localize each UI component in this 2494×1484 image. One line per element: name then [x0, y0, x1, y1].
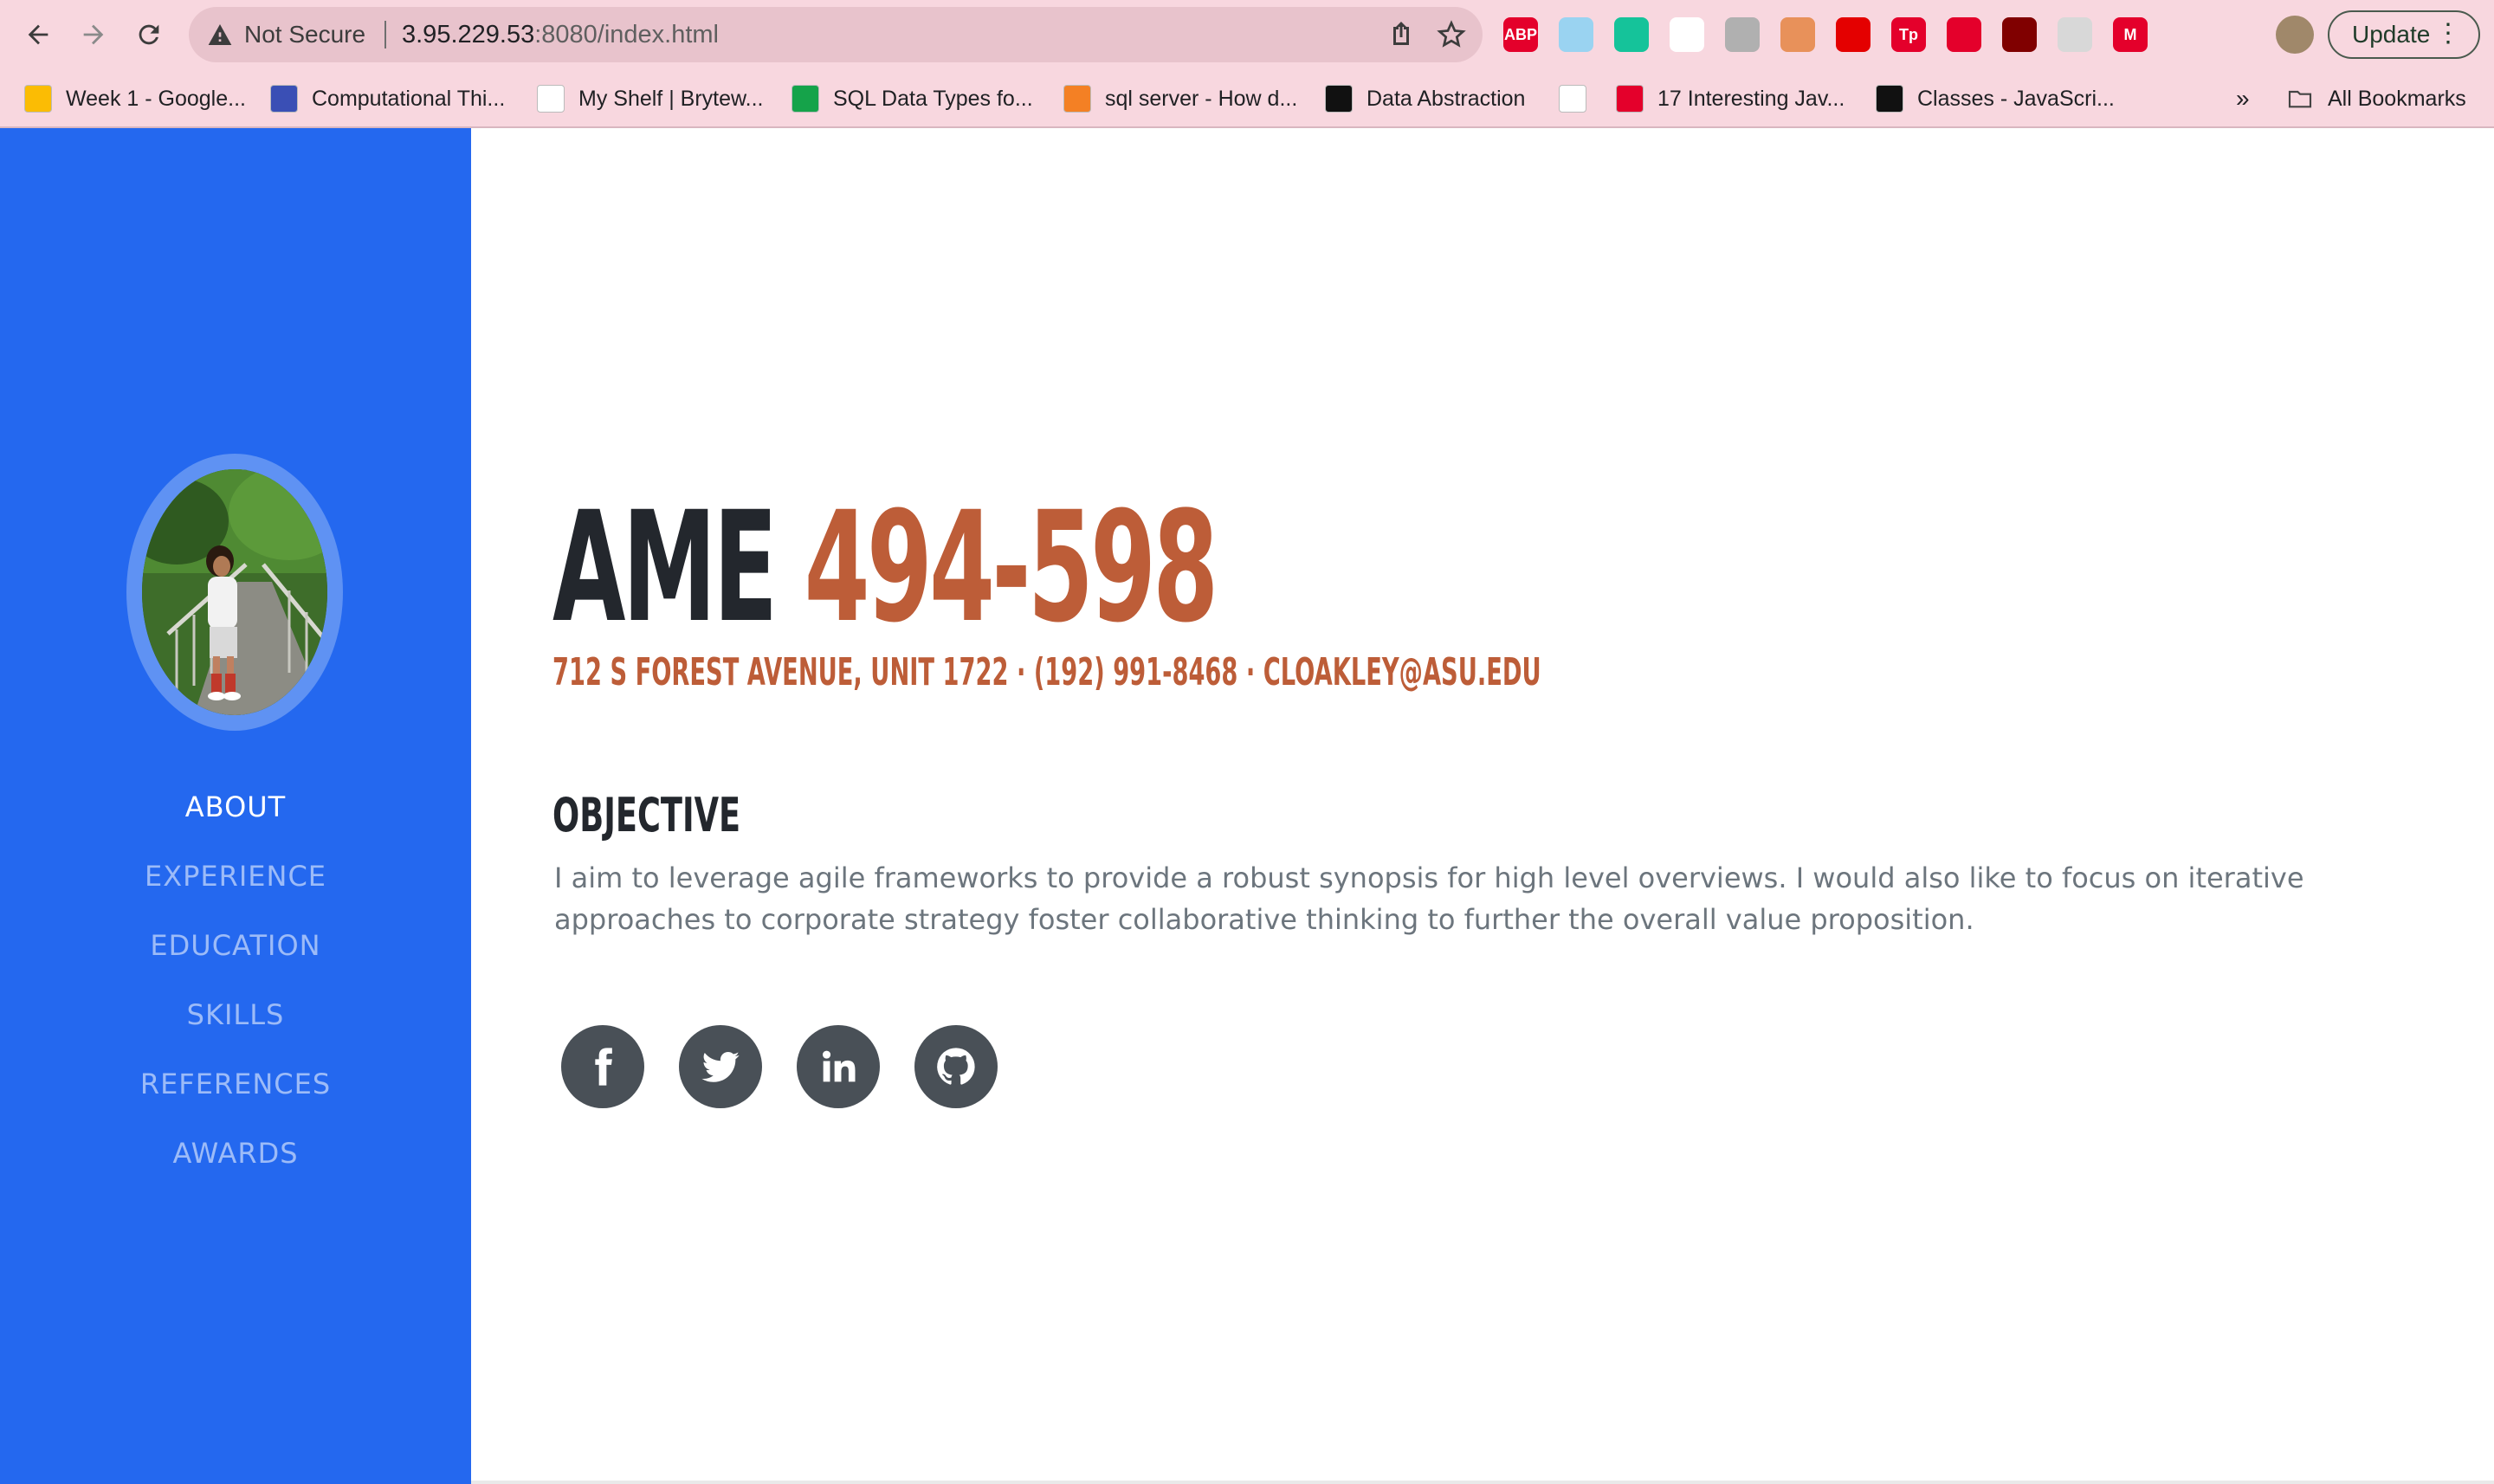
menu-dots-icon[interactable]: ⋮: [2435, 12, 2461, 55]
objective-text: I aim to leverage agile frameworks to pr…: [554, 861, 2304, 936]
address-bar[interactable]: Not Secure 3.95.229.53:8080/index.html: [189, 7, 1483, 62]
bookmarks-overflow-button[interactable]: »: [2236, 76, 2250, 121]
sidebar-item-about[interactable]: ABOUT: [0, 772, 471, 842]
bookmark-item[interactable]: My Shelf | Brytew...: [537, 76, 764, 121]
profile-photo-frame: [126, 454, 343, 731]
back-arrow-icon: [28, 24, 48, 45]
profile-photo: [142, 469, 327, 715]
sidebar-item-experience[interactable]: EXPERIENCE: [0, 842, 471, 911]
profile-photo-image: [142, 469, 327, 715]
bookmark-item[interactable]: sql server - How d...: [1063, 76, 1297, 121]
speed-icon[interactable]: [1670, 17, 1704, 52]
sidebar-item-references[interactable]: REFERENCES: [0, 1049, 471, 1119]
security-label[interactable]: Not Secure: [244, 7, 365, 62]
sidebar-item-education[interactable]: EDUCATION: [0, 911, 471, 980]
bookmark-label: Data Abstraction: [1367, 86, 1526, 111]
youtube-icon[interactable]: [1836, 17, 1870, 52]
sidebar-item-awards[interactable]: AWARDS: [0, 1119, 471, 1188]
github-icon: [937, 1048, 975, 1085]
forms-icon: [270, 85, 298, 113]
all-bookmarks-button[interactable]: All Bookmarks: [2286, 76, 2466, 121]
update-button[interactable]: Update ⋮: [2328, 10, 2480, 59]
t-logo-icon: [1559, 85, 1586, 113]
contact-info: 712 S Forest Avenue, Unit 1722 · (192) 9…: [552, 651, 1541, 694]
email-link[interactable]: cloakley@asu.edu: [1263, 650, 1541, 694]
last-name: 494-598: [804, 479, 1219, 656]
profile-avatar[interactable]: [2276, 16, 2314, 54]
forward-arrow-icon: [83, 24, 104, 45]
warning-icon: [208, 24, 232, 45]
reload-button[interactable]: [128, 14, 170, 55]
extension-icon[interactable]: [1725, 17, 1760, 52]
page-title: AME 494-598: [552, 490, 1218, 646]
update-button-label: Update: [2352, 21, 2431, 48]
all-bookmarks-label: All Bookmarks: [2328, 86, 2466, 111]
extension-icon[interactable]: [1559, 17, 1593, 52]
stackoverflow-icon: [1063, 85, 1091, 113]
bookmark-star-icon[interactable]: [1436, 19, 1467, 50]
tp-icon[interactable]: Tp: [1891, 17, 1926, 52]
page-bottom-border: [471, 1481, 2494, 1484]
bookmark-label: Computational Thi...: [312, 86, 506, 111]
bookmark-label: SQL Data Types fo...: [833, 86, 1033, 111]
bookmark-label: My Shelf | Brytew...: [578, 86, 764, 111]
first-name: AME: [552, 479, 778, 656]
grammarly-icon[interactable]: [1614, 17, 1649, 52]
reload-icon: [139, 24, 159, 45]
puzzle-icon[interactable]: [2168, 17, 2203, 52]
sidebar: ABOUT EXPERIENCE EDUCATION SKILLS REFERENCES…: [0, 128, 471, 1484]
url-path: :8080/index.html: [534, 21, 720, 48]
bookmark-item[interactable]: Classes - JavaScri...: [1876, 76, 2115, 121]
url-host: 3.95.229.53: [402, 21, 535, 48]
bookmark-label: sql server - How d...: [1105, 86, 1298, 111]
about-section: AME 494-598 712 S Forest Avenue, Unit 17…: [471, 128, 2494, 1484]
mdn-icon: [1876, 85, 1903, 113]
sidebar-item-skills[interactable]: SKILLS: [0, 980, 471, 1049]
url-text[interactable]: 3.95.229.53:8080/index.html: [402, 7, 719, 62]
objective-heading: OBJECTIVE: [552, 788, 741, 842]
twitter-icon: [701, 1051, 740, 1082]
linkedin-link[interactable]: [797, 1025, 880, 1108]
react-icon[interactable]: [2058, 17, 2092, 52]
bookmark-item[interactable]: 17 Interesting Jav...: [1616, 76, 1845, 121]
ublock-icon[interactable]: [2002, 17, 2037, 52]
share-icon[interactable]: [1386, 19, 1417, 50]
bookmark-label: Classes - JavaScri...: [1917, 86, 2115, 111]
linkedin-icon: [823, 1050, 856, 1082]
folder-icon: [2286, 85, 2314, 113]
twitter-link[interactable]: [679, 1025, 762, 1108]
bookmark-item[interactable]: SQL Data Types fo...: [791, 76, 1033, 121]
dislike-icon[interactable]: [1947, 17, 1981, 52]
bookmarks-bar: » All Bookmarks Week 1 - Google... Comput…: [0, 76, 2494, 128]
m-icon[interactable]: M: [2113, 17, 2148, 52]
w3schools-icon: [791, 85, 819, 113]
browser-chrome: Not Secure 3.95.229.53:8080/index.html A…: [0, 0, 2494, 128]
social-icons: [561, 1025, 1032, 1108]
bookmark-item[interactable]: Computational Thi...: [270, 76, 505, 121]
address-phone: 712 S Forest Avenue, Unit 1722 · (192) 9…: [552, 650, 1263, 694]
sidepanel-icon[interactable]: [2224, 17, 2258, 52]
facebook-link[interactable]: [561, 1025, 644, 1108]
back-button[interactable]: [17, 14, 59, 55]
sidebar-nav: ABOUT EXPERIENCE EDUCATION SKILLS REFERENCES…: [0, 772, 471, 1188]
bookmark-item[interactable]: Week 1 - Google...: [24, 76, 246, 121]
princeton-icon: [1325, 85, 1353, 113]
extension-icon[interactable]: [1780, 17, 1815, 52]
address-divider: [384, 21, 386, 48]
forward-button[interactable]: [73, 14, 114, 55]
bookmark-label: Week 1 - Google...: [66, 86, 246, 111]
browser-toolbar: Not Secure 3.95.229.53:8080/index.html A…: [0, 0, 2494, 69]
facebook-icon: [595, 1048, 612, 1086]
arrow-logo-icon: [1616, 85, 1644, 113]
document-icon: [537, 85, 565, 113]
google-drive-icon: [24, 85, 52, 113]
bookmark-item[interactable]: Data Abstraction: [1325, 76, 1525, 121]
adblock-icon[interactable]: ABP: [1503, 17, 1538, 52]
bookmark-label: 17 Interesting Jav...: [1657, 86, 1845, 111]
github-link[interactable]: [914, 1025, 998, 1108]
bookmark-item[interactable]: [1559, 76, 1600, 121]
